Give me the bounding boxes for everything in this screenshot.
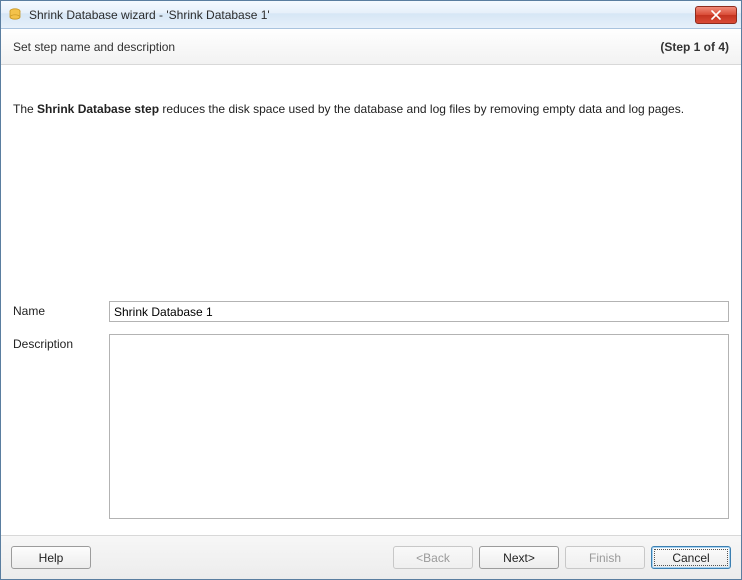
window-title: Shrink Database wizard - 'Shrink Databas… bbox=[29, 8, 695, 22]
back-button[interactable]: <Back bbox=[393, 546, 473, 569]
name-input[interactable] bbox=[109, 301, 729, 322]
intro-text: The Shrink Database step reduces the dis… bbox=[13, 77, 729, 118]
close-icon bbox=[711, 10, 721, 20]
step-instruction: Set step name and description bbox=[13, 40, 175, 54]
intro-emphasis: Shrink Database step bbox=[37, 102, 159, 116]
content-area: The Shrink Database step reduces the dis… bbox=[1, 65, 741, 535]
wizard-window: Shrink Database wizard - 'Shrink Databas… bbox=[0, 0, 742, 580]
titlebar: Shrink Database wizard - 'Shrink Databas… bbox=[1, 1, 741, 29]
app-icon bbox=[7, 7, 23, 23]
description-input[interactable] bbox=[110, 335, 728, 518]
help-button[interactable]: Help bbox=[11, 546, 91, 569]
next-button[interactable]: Next> bbox=[479, 546, 559, 569]
cancel-button[interactable]: Cancel bbox=[651, 546, 731, 569]
form: Name Description bbox=[13, 301, 729, 519]
description-label: Description bbox=[13, 334, 103, 519]
finish-button[interactable]: Finish bbox=[565, 546, 645, 569]
footer-button-bar: Help <Back Next> Finish Cancel bbox=[1, 535, 741, 579]
name-label: Name bbox=[13, 301, 103, 322]
step-counter: (Step 1 of 4) bbox=[660, 40, 729, 54]
step-header: Set step name and description (Step 1 of… bbox=[1, 29, 741, 65]
close-button[interactable] bbox=[695, 6, 737, 24]
description-field-wrap bbox=[109, 334, 729, 519]
